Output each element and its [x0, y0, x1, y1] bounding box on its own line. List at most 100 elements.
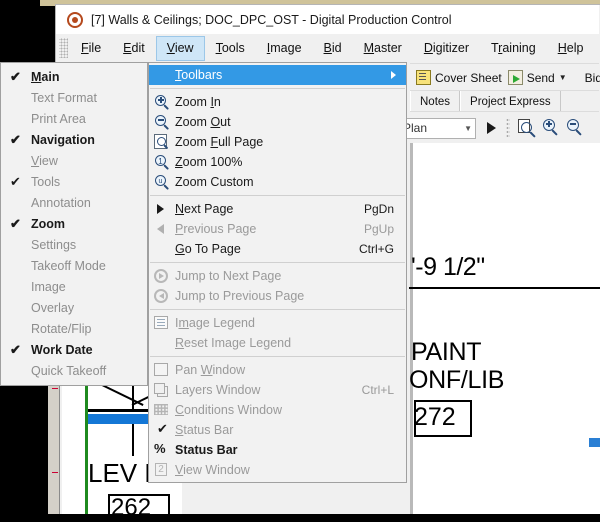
menu-tools[interactable]: Tools	[205, 36, 256, 61]
menu-item-pan-window[interactable]: Pan Window	[149, 360, 406, 380]
submenu-item-image[interactable]: Image	[1, 276, 147, 297]
submenu-gutter	[1, 276, 31, 297]
submenu-gutter	[1, 192, 31, 213]
tab-notes[interactable]: Notes	[410, 91, 461, 112]
menu-item-label: Go To Page	[175, 242, 241, 256]
menu-item-label: Zoom In	[175, 95, 221, 109]
submenu-item-label: View	[31, 153, 58, 168]
menu-item-image-legend[interactable]: Image Legend	[149, 313, 406, 333]
zoom-out-icon	[154, 114, 170, 131]
menu-item-zoom-100[interactable]: 1 Zoom 100%	[149, 152, 406, 172]
submenu-item-main[interactable]: ✔ Main	[1, 66, 147, 87]
menu-item-jump-to-previous-page[interactable]: Jump to Previous Page	[149, 286, 406, 306]
submenu-item-takeoff-mode[interactable]: Takeoff Mode	[1, 255, 147, 276]
submenu-item-print-area[interactable]: Print Area	[1, 108, 147, 129]
menu-item-label: Reset Image Legend	[175, 336, 292, 350]
menu-help[interactable]: Help	[547, 36, 595, 61]
submenu-item-tools[interactable]: ✔ Tools	[1, 171, 147, 192]
menu-item-zoom-custom[interactable]: u Zoom Custom	[149, 172, 406, 192]
document-number-box: 272	[414, 400, 472, 437]
cover-sheet-button[interactable]: Cover Sheet	[416, 70, 502, 85]
menu-item-shortcut: PgDn	[363, 202, 394, 216]
submenu-item-work-date[interactable]: ✔ Work Date	[1, 339, 147, 360]
menu-item-zoom-in[interactable]: Zoom In	[149, 92, 406, 112]
submenu-item-label: Settings	[31, 237, 77, 252]
menu-item-label: Zoom Custom	[175, 175, 254, 189]
toolbar-grip-handle[interactable]	[506, 118, 510, 138]
plan-select[interactable]: Plan ▼	[398, 117, 476, 139]
menu-item-reset-image-legend[interactable]: Reset Image Legend	[149, 333, 406, 353]
zoom-in-button[interactable]	[540, 117, 562, 139]
menu-gutter	[149, 132, 175, 152]
background-green-line	[85, 385, 88, 514]
submenu-item-view[interactable]: View	[1, 150, 147, 171]
submenu-item-label: Navigation	[31, 132, 95, 147]
submenu-item-label: Takeoff Mode	[31, 258, 106, 273]
menu-gutter	[149, 313, 175, 333]
tab-project-express[interactable]: Project Express	[460, 91, 561, 112]
menu-grip-handle[interactable]	[59, 38, 68, 58]
menu-digitizer[interactable]: Digitizer	[413, 36, 480, 61]
submenu-gutter: ✔	[1, 339, 31, 360]
menu-edit[interactable]: Edit	[112, 36, 156, 61]
send-button[interactable]: Send ▼	[507, 70, 567, 85]
submenu-item-navigation[interactable]: ✔ Navigation	[1, 129, 147, 150]
submenu-item-zoom[interactable]: ✔ Zoom	[1, 213, 147, 234]
zoom-out-button[interactable]	[564, 117, 586, 139]
send-dropdown-caret-icon[interactable]: ▼	[559, 73, 567, 82]
menu-item-shortcut: PgUp	[363, 222, 394, 236]
zoom-full-page-button[interactable]	[516, 117, 538, 139]
submenu-item-annotation[interactable]: Annotation	[1, 192, 147, 213]
check-icon: ✔	[10, 216, 21, 231]
menu-master[interactable]: Master	[353, 36, 413, 61]
menu-item-status-bar[interactable]: ✔ Status Bar	[149, 420, 406, 440]
window-title: [7] Walls & Ceilings; DOC_DPC_OST - Digi…	[91, 12, 452, 27]
menu-item-conditions-window[interactable]: Conditions Window	[149, 400, 406, 420]
menu-image[interactable]: Image	[256, 36, 313, 61]
submenu-gutter	[1, 360, 31, 381]
menu-item-toolbars[interactable]: Toolbars	[149, 65, 406, 85]
menu-bid[interactable]: Bid	[313, 36, 353, 61]
bid-label: Bid	[584, 70, 600, 85]
selection-marker[interactable]	[589, 438, 600, 447]
menu-gutter	[149, 112, 175, 132]
menu-file[interactable]: File	[70, 36, 112, 61]
menu-item-go-to-page[interactable]: Go To Page Ctrl+G	[149, 239, 406, 259]
menu-item-view-window[interactable]: 2 View Window	[149, 460, 406, 480]
submenu-item-quick-takeoff[interactable]: Quick Takeoff	[1, 360, 147, 381]
arrow-left-icon	[157, 224, 164, 234]
main-toolbar: Cover Sheet Send ▼ Bid	[410, 63, 600, 91]
document-canvas[interactable]	[410, 143, 600, 514]
cover-sheet-icon	[416, 70, 431, 85]
submenu-item-rotate-flip[interactable]: Rotate/Flip	[1, 318, 147, 339]
submenu-item-text-format[interactable]: Text Format	[1, 87, 147, 108]
menu-separator	[150, 88, 405, 89]
background-mark-1	[52, 388, 58, 389]
menu-item-jump-to-next-page[interactable]: Jump to Next Page	[149, 266, 406, 286]
menu-item-zoom-out[interactable]: Zoom Out	[149, 112, 406, 132]
check-icon: ✔	[10, 174, 21, 189]
submenu-gutter	[1, 255, 31, 276]
toolbars-submenu: ✔ Main Text Format Print Area ✔ Navigati…	[0, 62, 148, 386]
menu-item-label: Jump to Next Page	[175, 269, 282, 283]
menu-item-next-page[interactable]: Next Page PgDn	[149, 199, 406, 219]
next-page-play-button[interactable]	[480, 117, 502, 139]
menu-training[interactable]: Training	[480, 36, 547, 61]
menu-item-zoom-full-page[interactable]: Zoom Full Page	[149, 132, 406, 152]
submenu-item-settings[interactable]: Settings	[1, 234, 147, 255]
submenu-item-label: Tools	[31, 174, 61, 189]
title-bar: [7] Walls & Ceilings; DOC_DPC_OST - Digi…	[56, 5, 599, 34]
submenu-item-label: Work Date	[31, 342, 93, 357]
menu-item-previous-page[interactable]: Previous Page PgUp	[149, 219, 406, 239]
submenu-item-overlay[interactable]: Overlay	[1, 297, 147, 318]
magnifier-handle-icon	[575, 129, 582, 136]
submenu-gutter: ✔	[1, 213, 31, 234]
navigation-toolbar: Plan ▼	[398, 111, 599, 144]
menu-item-layers-window[interactable]: Layers Window Ctrl+L	[149, 380, 406, 400]
bid-button[interactable]: Bid	[585, 71, 600, 85]
menu-item-label: Previous Page	[175, 222, 257, 236]
background-vertical-2	[132, 424, 134, 456]
menu-item-production-window[interactable]: % Status Bar	[149, 440, 406, 460]
tab-bar: Notes Project Express	[410, 90, 599, 112]
menu-view[interactable]: View	[155, 35, 205, 61]
